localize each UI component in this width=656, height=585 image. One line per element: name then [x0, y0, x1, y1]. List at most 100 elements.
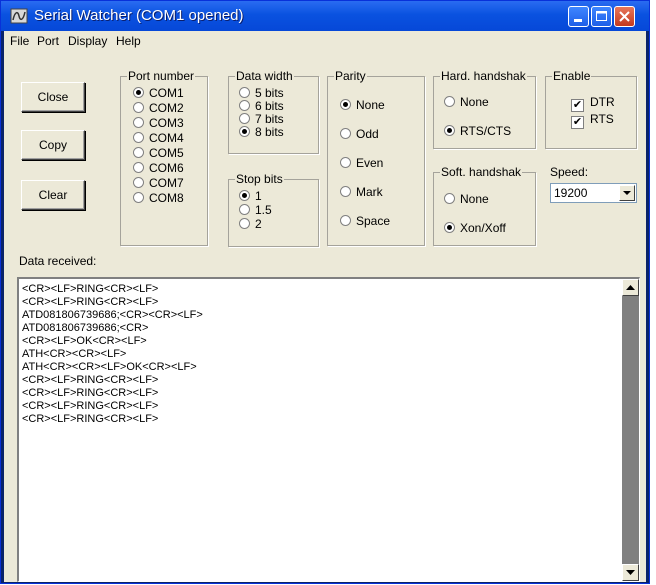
- close-port-button[interactable]: Close: [21, 82, 85, 112]
- radio-icon: [239, 204, 250, 215]
- radio-parity-space[interactable]: Space: [340, 215, 390, 228]
- radio-icon: [133, 192, 144, 203]
- dropdown-arrow-button[interactable]: [619, 185, 635, 201]
- data-received-label: Data received:: [19, 254, 97, 268]
- radio-selected-icon: [239, 126, 250, 137]
- enable-group: Enable ✔ DTR ✔ RTS: [545, 69, 637, 149]
- stop-bits-label: Stop bits: [235, 172, 284, 186]
- app-icon: [10, 8, 28, 24]
- radio-com4[interactable]: COM4: [133, 132, 184, 145]
- radio-icon: [444, 193, 455, 204]
- radio-icon: [444, 96, 455, 107]
- data-width-label: Data width: [235, 69, 294, 83]
- radio-com1[interactable]: COM1: [133, 87, 184, 100]
- clear-button[interactable]: Clear: [21, 180, 85, 210]
- maximize-icon: [596, 11, 607, 21]
- stop-bits-group: Stop bits 1 1.5 2: [228, 172, 319, 247]
- radio-icon: [239, 100, 250, 111]
- radio-8-bits[interactable]: 8 bits: [239, 126, 284, 139]
- radio-icon: [133, 117, 144, 128]
- radio-icon: [340, 157, 351, 168]
- received-line: <CR><LF>RING<CR><LF>: [22, 413, 159, 425]
- menu-bar: File Port Display Help: [4, 31, 646, 50]
- radio-parity-mark[interactable]: Mark: [340, 186, 383, 199]
- radio-icon: [133, 162, 144, 173]
- checkbox-dtr[interactable]: ✔ DTR: [571, 96, 615, 112]
- checkmark-icon: ✔: [571, 116, 584, 129]
- radio-icon: [239, 218, 250, 229]
- chevron-up-icon: [626, 285, 635, 290]
- soft-handshake-label: Soft. handshak: [440, 165, 523, 179]
- client-area: File Port Display Help Close Copy Clear …: [4, 31, 646, 582]
- soft-handshake-group: Soft. handshak None Xon/Xoff: [433, 165, 536, 246]
- scroll-up-button[interactable]: [622, 279, 639, 296]
- checkbox-rts[interactable]: ✔ RTS: [571, 113, 614, 129]
- received-line: ATH<CR><CR><LF>OK<CR><LF>: [22, 361, 197, 373]
- radio-icon: [340, 215, 351, 226]
- parity-group: Parity None Odd Even Mark Space: [327, 69, 425, 246]
- speed-label: Speed:: [550, 165, 589, 179]
- radio-xon-xoff[interactable]: Xon/Xoff: [444, 222, 506, 235]
- menu-port[interactable]: Port: [37, 34, 59, 48]
- radio-icon: [133, 132, 144, 143]
- received-line: ATH<CR><CR><LF>: [22, 348, 127, 360]
- radio-parity-even[interactable]: Even: [340, 157, 383, 170]
- radio-icon: [340, 186, 351, 197]
- received-line: <CR><LF>RING<CR><LF>: [22, 374, 159, 386]
- scroll-down-button[interactable]: [622, 564, 639, 581]
- menu-display[interactable]: Display: [68, 34, 107, 48]
- vertical-scrollbar[interactable]: [622, 279, 639, 581]
- received-line: ATD081806739686;<CR><CR><LF>: [22, 309, 203, 321]
- radio-com7[interactable]: COM7: [133, 177, 184, 190]
- received-lines: <CR><LF>RING<CR><LF> <CR><LF>RING<CR><LF…: [22, 283, 203, 426]
- menu-file[interactable]: File: [10, 34, 29, 48]
- parity-label: Parity: [334, 69, 367, 83]
- radio-icon: [133, 102, 144, 113]
- radio-icon: [340, 128, 351, 139]
- radio-com5[interactable]: COM5: [133, 147, 184, 160]
- app-window: Serial Watcher (COM1 opened) File Port D…: [0, 0, 650, 584]
- radio-rts-cts[interactable]: RTS/CTS: [444, 125, 511, 138]
- radio-hard-none[interactable]: None: [444, 96, 489, 109]
- received-line: <CR><LF>RING<CR><LF>: [22, 283, 159, 295]
- checkmark-icon: ✔: [571, 99, 584, 112]
- maximize-button[interactable]: [591, 6, 612, 27]
- radio-parity-none[interactable]: None: [340, 99, 385, 112]
- radio-selected-icon: [444, 222, 455, 233]
- received-line: ATD081806739686;<CR>: [22, 322, 149, 334]
- radio-stop-1-5[interactable]: 1.5: [239, 204, 272, 217]
- close-window-button[interactable]: [614, 6, 635, 27]
- title-bar[interactable]: Serial Watcher (COM1 opened): [1, 1, 649, 31]
- enable-label: Enable: [552, 69, 592, 83]
- radio-stop-2[interactable]: 2: [239, 218, 262, 231]
- radio-selected-icon: [340, 99, 351, 110]
- radio-stop-1[interactable]: 1: [239, 190, 262, 203]
- radio-icon: [133, 177, 144, 188]
- radio-icon: [239, 87, 250, 98]
- radio-selected-icon: [444, 125, 455, 136]
- hard-handshake-group: Hard. handshak None RTS/CTS: [433, 69, 536, 149]
- radio-selected-icon: [239, 190, 250, 201]
- radio-com8[interactable]: COM8: [133, 192, 184, 205]
- received-line: <CR><LF>RING<CR><LF>: [22, 400, 159, 412]
- menu-help[interactable]: Help: [116, 34, 141, 48]
- radio-parity-odd[interactable]: Odd: [340, 128, 379, 141]
- data-received-textarea[interactable]: <CR><LF>RING<CR><LF> <CR><LF>RING<CR><LF…: [17, 277, 640, 582]
- radio-icon: [239, 113, 250, 124]
- port-number-group: Port number COM1 COM2 COM3 COM4 COM5 COM…: [120, 69, 208, 246]
- speed-select[interactable]: 19200: [550, 183, 637, 203]
- radio-icon: [133, 147, 144, 158]
- chevron-down-icon: [623, 191, 631, 195]
- radio-com2[interactable]: COM2: [133, 102, 184, 115]
- radio-soft-none[interactable]: None: [444, 193, 489, 206]
- data-width-group: Data width 5 bits 6 bits 7 bits 8 bits: [228, 69, 319, 154]
- received-line: <CR><LF>OK<CR><LF>: [22, 335, 147, 347]
- radio-com6[interactable]: COM6: [133, 162, 184, 175]
- copy-button[interactable]: Copy: [21, 130, 85, 160]
- radio-selected-icon: [133, 87, 144, 98]
- hard-handshake-label: Hard. handshak: [440, 69, 527, 83]
- minimize-button[interactable]: [568, 6, 589, 27]
- close-icon: [619, 11, 630, 22]
- chevron-down-icon: [626, 570, 635, 575]
- radio-com3[interactable]: COM3: [133, 117, 184, 130]
